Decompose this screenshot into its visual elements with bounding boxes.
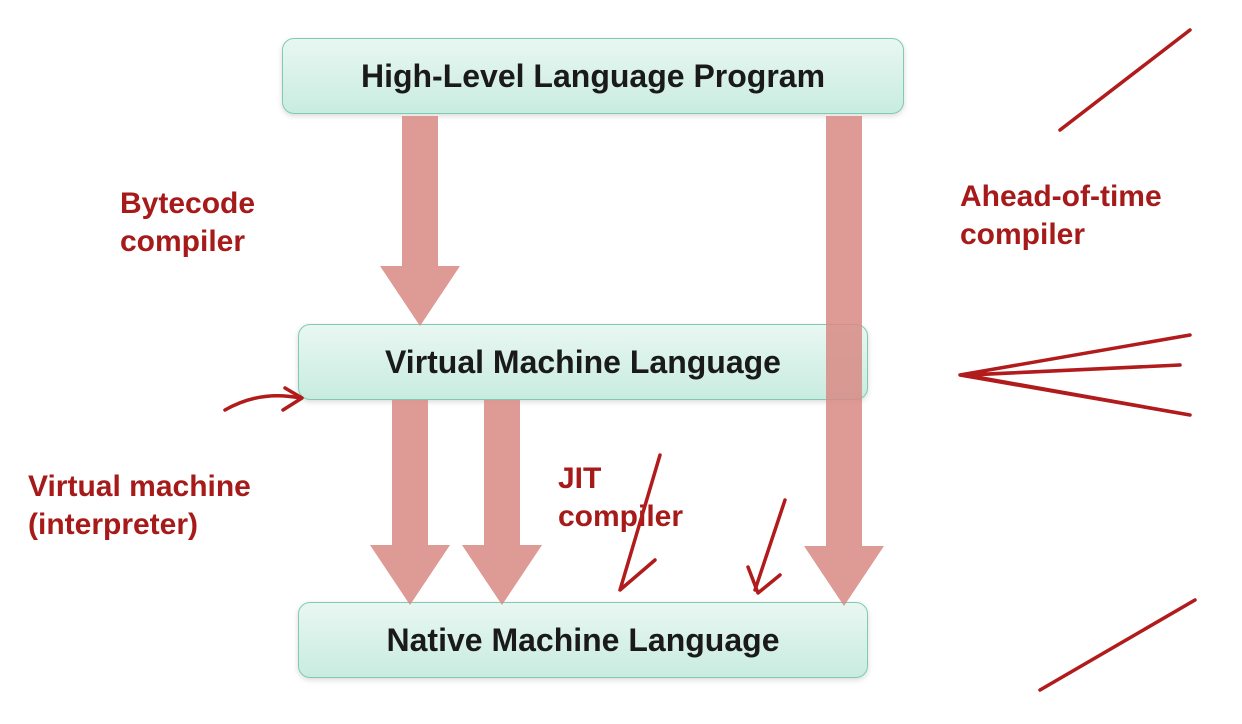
scribble-mark-bottom-right [1035,590,1205,700]
scribble-arrow-left [220,370,310,430]
node-virtual-machine-language: Virtual Machine Language [298,324,868,400]
label-ahead-of-time-compiler: Ahead-of-time compiler [960,178,1162,253]
node-native-machine-language: Native Machine Language [298,602,868,678]
arrow-virtual-machine-interpreter [370,400,450,605]
node-high-level-language: High-Level Language Program [282,38,904,114]
arrow-bytecode-compiler [380,116,460,326]
scribble-mark-top-right [1050,20,1200,140]
scribble-mark-small [740,495,810,605]
label-bytecode-compiler: Bytecode compiler [120,185,255,260]
label-virtual-machine-interpreter: Virtual machine (interpreter) [28,468,251,543]
scribble-arrow-right [940,320,1200,430]
arrow-jit-compiler [462,400,542,605]
scribble-mark-jit [600,450,700,600]
arrow-ahead-of-time-compiler [804,116,884,606]
